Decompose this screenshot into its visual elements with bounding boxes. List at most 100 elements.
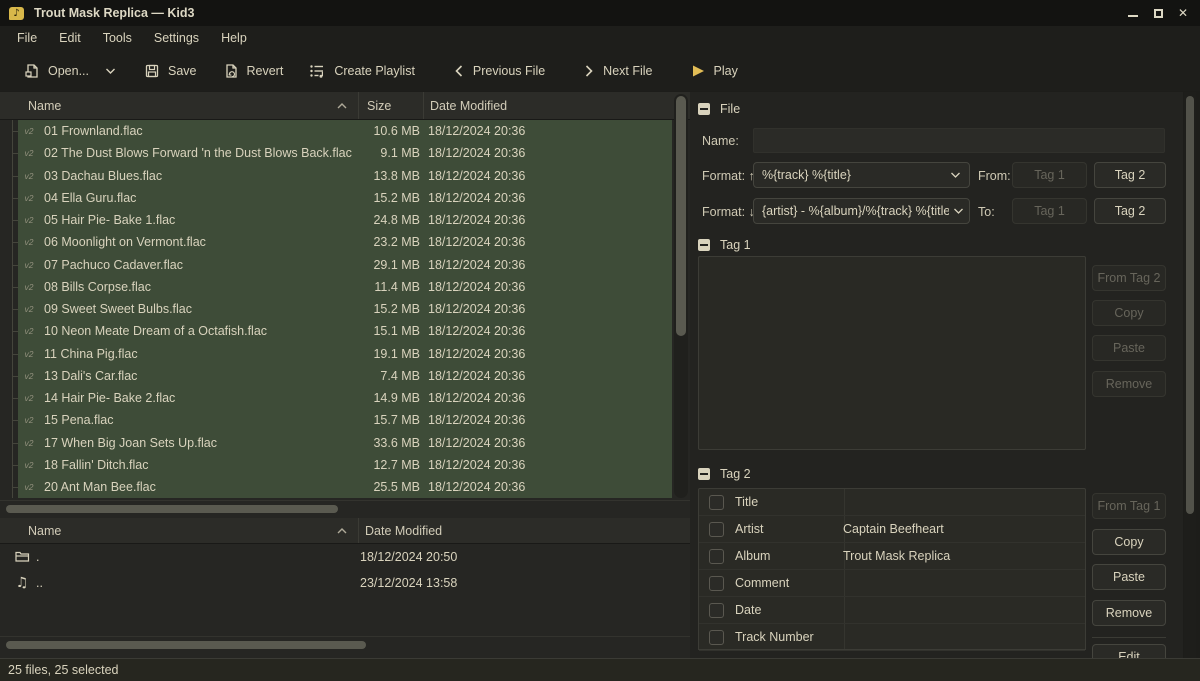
- field-label: Date: [724, 603, 834, 617]
- filename-from-tag2-button[interactable]: Tag 2: [1094, 162, 1166, 188]
- tag2-paste-button[interactable]: Paste: [1092, 564, 1166, 590]
- tag-editor-vertical-scrollbar[interactable]: [1184, 92, 1196, 658]
- checkbox[interactable]: [709, 522, 724, 537]
- tag-version-badge: v2: [18, 282, 40, 292]
- file-size: 23.2 MB: [358, 235, 422, 249]
- open-dropdown-button[interactable]: [101, 61, 120, 81]
- column-header-size[interactable]: Size: [359, 92, 423, 119]
- play-button[interactable]: Play: [681, 58, 748, 84]
- file-list-panel: Name Size Date Modified v201 Frownland.f…: [0, 92, 690, 516]
- file-row[interactable]: v217 When Big Joan Sets Up.flac33.6 MB18…: [0, 432, 672, 454]
- collapse-icon[interactable]: [698, 239, 710, 251]
- tag2-field-row[interactable]: Track Number: [699, 624, 1085, 651]
- playlist-icon: [309, 63, 326, 79]
- file-row[interactable]: v215 Pena.flac15.7 MB18/12/2024 20:36: [0, 409, 672, 431]
- menu-settings[interactable]: Settings: [143, 28, 210, 48]
- open-button[interactable]: Open...: [14, 57, 99, 85]
- checkbox[interactable]: [709, 603, 724, 618]
- column-header-date-modified[interactable]: Date Modified: [424, 92, 690, 119]
- status-text: 25 files, 25 selected: [8, 663, 119, 677]
- file-row[interactable]: v208 Bills Corpse.flac11.4 MB18/12/2024 …: [0, 276, 672, 298]
- file-row[interactable]: v205 Hair Pie- Bake 1.flac24.8 MB18/12/2…: [0, 209, 672, 231]
- revert-button[interactable]: Revert: [213, 57, 294, 85]
- save-button[interactable]: Save: [134, 57, 207, 85]
- tag1-section-header: Tag 1: [698, 238, 751, 252]
- format-to-combobox[interactable]: {artist} - %{album}/%{track} %{title}: [753, 198, 970, 224]
- file-row-selection: v213 Dali's Car.flac7.4 MB18/12/2024 20:…: [18, 365, 672, 387]
- play-label: Play: [714, 64, 738, 78]
- file-size: 15.1 MB: [358, 324, 422, 338]
- menu-help[interactable]: Help: [210, 28, 258, 48]
- scrollbar-thumb[interactable]: [6, 641, 366, 649]
- tag2-field-row[interactable]: AlbumTrout Mask Replica: [699, 543, 1085, 570]
- tag2-field-row[interactable]: Date: [699, 597, 1085, 624]
- file-row-selection: v214 Hair Pie- Bake 2.flac14.9 MB18/12/2…: [18, 387, 672, 409]
- directory-list-horizontal-scrollbar[interactable]: [0, 636, 690, 652]
- file-rows: v201 Frownland.flac10.6 MB18/12/2024 20:…: [0, 120, 672, 500]
- column-header-date-modified[interactable]: Date Modified: [359, 518, 690, 543]
- tag2-field-row[interactable]: ArtistCaptain Beefheart: [699, 516, 1085, 543]
- file-row[interactable]: v210 Neon Meate Dream of a Octafish.flac…: [0, 320, 672, 342]
- menu-edit[interactable]: Edit: [48, 28, 92, 48]
- file-row[interactable]: v220 Ant Man Bee.flac25.5 MB18/12/2024 2…: [0, 476, 672, 498]
- column-header-name[interactable]: Name: [0, 518, 358, 543]
- collapse-icon[interactable]: [698, 103, 710, 115]
- menu-file[interactable]: File: [6, 28, 48, 48]
- minimize-button[interactable]: [1124, 6, 1142, 21]
- checkbox[interactable]: [709, 495, 724, 510]
- file-row[interactable]: v201 Frownland.flac10.6 MB18/12/2024 20:…: [0, 120, 672, 142]
- file-list-vertical-scrollbar[interactable]: [674, 94, 688, 498]
- field-label: Comment: [724, 576, 834, 590]
- directory-name: ..: [32, 576, 354, 590]
- tag2-field-row[interactable]: Title: [699, 489, 1085, 516]
- column-header-name[interactable]: Name: [0, 92, 358, 119]
- file-row[interactable]: v211 China Pig.flac19.1 MB18/12/2024 20:…: [0, 343, 672, 365]
- filename-input[interactable]: [753, 128, 1165, 153]
- file-row[interactable]: v209 Sweet Sweet Bulbs.flac15.2 MB18/12/…: [0, 298, 672, 320]
- menu-tools[interactable]: Tools: [92, 28, 143, 48]
- checkbox[interactable]: [709, 549, 724, 564]
- tag-editor-panel: File Name: Format: ↑ %{track} %{title} F…: [690, 92, 1183, 658]
- previous-file-label: Previous File: [473, 64, 545, 78]
- file-row[interactable]: v204 Ella Guru.flac15.2 MB18/12/2024 20:…: [0, 187, 672, 209]
- collapse-icon[interactable]: [698, 468, 710, 480]
- checkbox[interactable]: [709, 576, 724, 591]
- file-row[interactable]: v213 Dali's Car.flac7.4 MB18/12/2024 20:…: [0, 365, 672, 387]
- tag2-edit-button[interactable]: Edit: [1092, 644, 1166, 658]
- file-row[interactable]: v203 Dachau Blues.flac13.8 MB18/12/2024 …: [0, 165, 672, 187]
- previous-file-button[interactable]: Previous File: [443, 58, 555, 84]
- create-playlist-button[interactable]: Create Playlist: [299, 57, 425, 85]
- scrollbar-thumb[interactable]: [676, 96, 686, 336]
- file-date: 18/12/2024 20:36: [422, 124, 672, 138]
- file-row[interactable]: v214 Hair Pie- Bake 2.flac14.9 MB18/12/2…: [0, 387, 672, 409]
- file-row[interactable]: v206 Moonlight on Vermont.flac23.2 MB18/…: [0, 231, 672, 253]
- file-row[interactable]: v202 The Dust Blows Forward 'n the Dust …: [0, 142, 672, 164]
- close-button[interactable]: ✕: [1174, 6, 1192, 21]
- tree-branch-icon: [0, 276, 18, 298]
- kid3-window: ♪ Trout Mask Replica — Kid3 ✕ File Edit …: [0, 0, 1200, 681]
- tag2-remove-button[interactable]: Remove: [1092, 600, 1166, 626]
- tag-version-badge: v2: [18, 304, 40, 314]
- next-file-button[interactable]: Next File: [573, 58, 662, 84]
- to-label: To:: [978, 205, 995, 219]
- maximize-button[interactable]: [1149, 6, 1167, 21]
- tag2-copy-button[interactable]: Copy: [1092, 529, 1166, 555]
- tag2-field-row[interactable]: Comment: [699, 570, 1085, 597]
- file-list-header: Name Size Date Modified: [0, 92, 690, 120]
- directory-row-current[interactable]: . 18/12/2024 20:50: [0, 544, 690, 570]
- tag-version-badge: v2: [18, 148, 40, 158]
- file-row[interactable]: v218 Fallin' Ditch.flac12.7 MB18/12/2024…: [0, 454, 672, 476]
- tag1-fields-table[interactable]: [698, 256, 1086, 450]
- scrollbar-thumb[interactable]: [6, 505, 338, 513]
- file-row[interactable]: v207 Pachuco Cadaver.flac29.1 MB18/12/20…: [0, 254, 672, 276]
- file-date: 18/12/2024 20:36: [422, 213, 672, 227]
- file-size: 19.1 MB: [358, 347, 422, 361]
- scrollbar-thumb[interactable]: [1186, 96, 1194, 514]
- format-from-combobox[interactable]: %{track} %{title}: [753, 162, 970, 188]
- tag2-from-filename-button[interactable]: Tag 2: [1094, 198, 1166, 224]
- file-date: 18/12/2024 20:36: [422, 480, 672, 494]
- tree-branch-icon: [0, 320, 18, 342]
- checkbox[interactable]: [709, 630, 724, 645]
- directory-row-parent[interactable]: ♫ .. 23/12/2024 13:58: [0, 570, 690, 596]
- file-list-horizontal-scrollbar[interactable]: [0, 500, 690, 516]
